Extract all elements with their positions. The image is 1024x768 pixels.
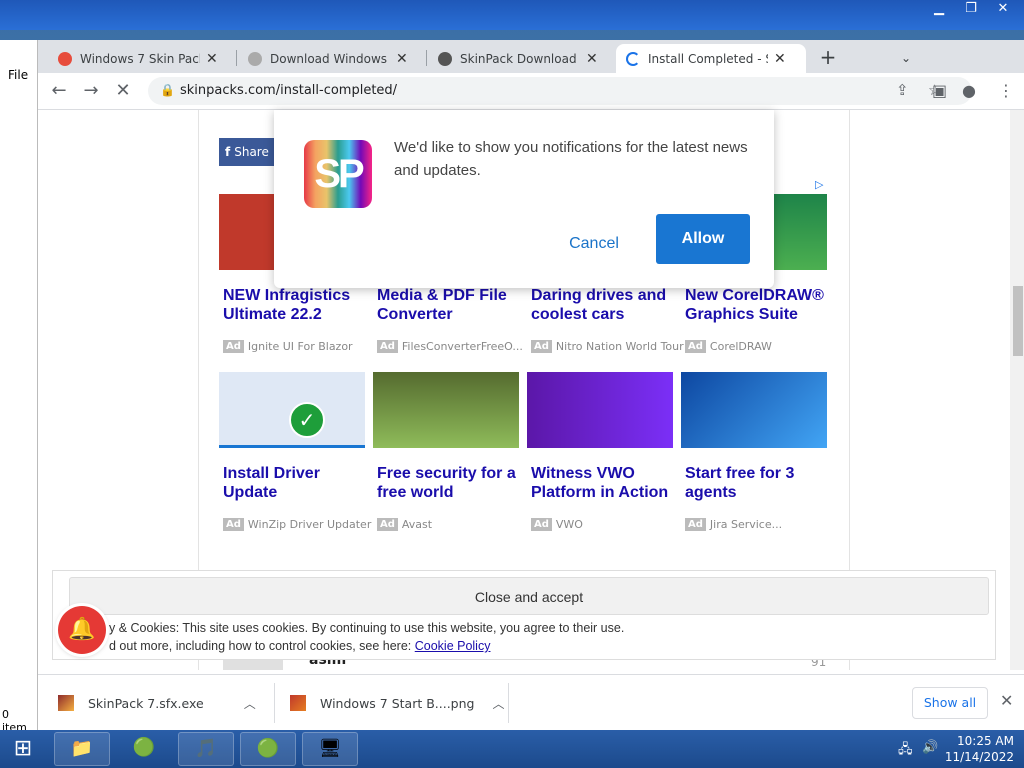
url-text[interactable]: skinpacks.com/install-completed/ <box>180 83 397 98</box>
exe-file-icon <box>58 695 74 711</box>
explorer-taskbar-icon[interactable]: 📁 <box>54 732 110 766</box>
background-window-titlebar: ▁ ❐ ✕ <box>0 0 1024 30</box>
tab-label: SkinPack Download Cer <box>460 51 580 66</box>
ad-title[interactable]: Witness VWO Platform in Action <box>527 464 673 502</box>
minimize-icon[interactable]: ▁ <box>924 0 954 18</box>
network-icon[interactable]: 🖧 <box>898 740 913 762</box>
ad-title[interactable]: Install Driver Update <box>219 464 365 502</box>
side-panel-icon[interactable]: ▣ <box>932 81 947 100</box>
cookie-policy-link[interactable]: Cookie Policy <box>415 639 491 653</box>
notification-permission-popup: SP We'd like to show you notifications f… <box>274 110 774 288</box>
ad-title[interactable]: New CorelDRAW® Graphics Suite <box>681 286 827 324</box>
ad-source: Ad WinZip Driver Updater <box>223 518 371 531</box>
media-player-taskbar-icon[interactable]: 🎵 <box>178 732 234 766</box>
menu-kebab-icon[interactable]: ⋮ <box>998 81 1014 100</box>
cancel-button[interactable]: Cancel <box>556 228 632 260</box>
share-icon[interactable]: ⇪ <box>896 81 909 99</box>
ad-source: Ad CorelDRAW <box>685 340 772 353</box>
favicon-icon <box>58 51 72 66</box>
favicon-icon <box>248 51 262 66</box>
chrome-active-taskbar-icon[interactable]: 🟢 <box>240 732 296 766</box>
notification-bell-icon[interactable]: 🔔 <box>58 606 106 654</box>
tab-strip: Windows 7 Skin Pack - ✕ Download Windows… <box>38 40 1024 73</box>
volume-icon[interactable]: 🔊 <box>922 740 938 755</box>
download-filename: Windows 7 Start B....png <box>320 695 475 711</box>
ad-title[interactable]: Free security for a free world <box>373 464 519 502</box>
favicon-icon <box>438 51 452 66</box>
close-icon[interactable]: ✕ <box>396 51 408 67</box>
forward-icon[interactable]: → <box>78 79 104 105</box>
tab-label: Install Completed - Skin <box>648 51 768 66</box>
ad-title[interactable]: NEW Infragistics Ultimate 22.2 <box>219 286 365 324</box>
skinpack-logo: SP <box>304 140 372 208</box>
profile-avatar-icon[interactable]: ● <box>962 81 976 100</box>
close-icon[interactable]: ✕ <box>206 51 218 67</box>
ad-card[interactable]: Witness VWO Platform in Action Ad VWO <box>527 372 673 531</box>
ad-thumbnail[interactable] <box>681 372 827 448</box>
stop-loading-icon[interactable]: ✕ <box>110 79 136 105</box>
taskbar: ⊞ 📁 🟢 🎵 🟢 🖥 🖧 🔊 10:25 AM 11/14/2022 <box>0 730 1024 768</box>
checkmark-icon: ✓ <box>289 402 325 438</box>
cookie-banner: Close and accept y & Cookies: This site … <box>52 570 996 660</box>
adchoices-icon[interactable]: ▷ <box>815 178 823 191</box>
restore-icon[interactable]: ❐ <box>956 0 986 18</box>
png-file-icon <box>290 695 306 711</box>
allow-button[interactable]: Allow <box>656 214 750 264</box>
tab-label: Download Windows 7 S <box>270 51 390 66</box>
ad-title[interactable]: Daring drives and coolest cars <box>527 286 673 324</box>
share-label: Share <box>234 145 269 159</box>
loading-spinner-icon <box>626 51 640 66</box>
windows-start-icon[interactable]: ⊞ <box>6 733 40 765</box>
chrome-taskbar-icon[interactable]: 🟢 <box>116 732 172 766</box>
control-panel-taskbar-icon[interactable]: 🖥 <box>302 732 358 766</box>
new-tab-icon[interactable]: + <box>816 46 840 70</box>
tab-windows7-skinpack[interactable]: Windows 7 Skin Pack - ✕ <box>48 44 228 73</box>
ad-source: Ad VWO <box>531 518 583 531</box>
close-icon[interactable]: ✕ <box>586 51 598 67</box>
lock-icon[interactable]: 🔒 <box>160 83 175 97</box>
notification-message: We'd like to show you notifications for … <box>394 139 748 179</box>
ad-title[interactable]: Media & PDF File Converter <box>373 286 519 324</box>
file-menu[interactable]: File <box>8 68 28 82</box>
tab-download-windows7[interactable]: Download Windows 7 S ✕ <box>238 44 418 73</box>
ad-source: Ad Avast <box>377 518 432 531</box>
facebook-icon: f <box>225 145 231 159</box>
ad-thumbnail[interactable] <box>527 372 673 448</box>
download-item[interactable]: Windows 7 Start B....png ︿ <box>290 687 504 719</box>
ad-source: Ad Jira Service... <box>685 518 782 531</box>
facebook-share-button[interactable]: f Share <box>219 138 275 166</box>
background-explorer-window: File 0 item <box>0 40 38 740</box>
address-bar[interactable]: 🔒 skinpacks.com/install-completed/ ⇪ ☆ <box>148 77 972 105</box>
system-clock[interactable]: 10:25 AM 11/14/2022 <box>945 733 1014 765</box>
back-icon[interactable]: ← <box>46 79 72 105</box>
ad-source: Ad Nitro Nation World Tour <box>531 340 684 353</box>
chevron-up-icon[interactable]: ︿ <box>492 695 504 712</box>
ad-thumbnail[interactable]: ✓ <box>219 372 365 448</box>
ad-card[interactable]: Start free for 3 agents Ad Jira Service..… <box>681 372 827 531</box>
close-and-accept-button[interactable]: Close and accept <box>69 577 989 615</box>
tab-skinpack-download[interactable]: SkinPack Download Cer ✕ <box>428 44 608 73</box>
download-filename: SkinPack 7.sfx.exe <box>88 695 204 711</box>
close-icon[interactable]: ✕ <box>774 51 786 67</box>
close-icon[interactable]: ✕ <box>988 0 1018 18</box>
download-bar: SkinPack 7.sfx.exe ︿ Windows 7 Start B..… <box>38 674 1024 730</box>
cookie-text: y & Cookies: This site uses cookies. By … <box>109 621 625 653</box>
show-all-downloads-button[interactable]: Show all <box>912 687 988 719</box>
ad-thumbnail[interactable] <box>373 372 519 448</box>
close-icon[interactable]: ✕ <box>1000 691 1013 710</box>
ad-source: Ad FilesConverterFreeO... <box>377 340 523 353</box>
tab-install-completed[interactable]: Install Completed - Skin ✕ <box>616 44 806 73</box>
scrollbar-thumb[interactable] <box>1013 286 1023 356</box>
tab-label: Windows 7 Skin Pack - <box>80 51 200 66</box>
ad-source: Ad Ignite UI For Blazor <box>223 340 353 353</box>
tab-search-chevron-icon[interactable]: ⌄ <box>894 46 918 70</box>
ad-title[interactable]: Start free for 3 agents <box>681 464 827 502</box>
chevron-up-icon[interactable]: ︿ <box>244 695 256 712</box>
chrome-window: Windows 7 Skin Pack - ✕ Download Windows… <box>38 40 1024 730</box>
download-item[interactable]: SkinPack 7.sfx.exe ︿ <box>58 687 256 719</box>
ad-card[interactable]: ✓ Install Driver Update Ad WinZip Driver … <box>219 372 371 531</box>
page-scrollbar[interactable] <box>1010 110 1024 670</box>
ad-card[interactable]: Free security for a free world Ad Avast <box>373 372 519 531</box>
browser-toolbar: ← → ✕ 🔒 skinpacks.com/install-completed/… <box>38 73 1024 110</box>
